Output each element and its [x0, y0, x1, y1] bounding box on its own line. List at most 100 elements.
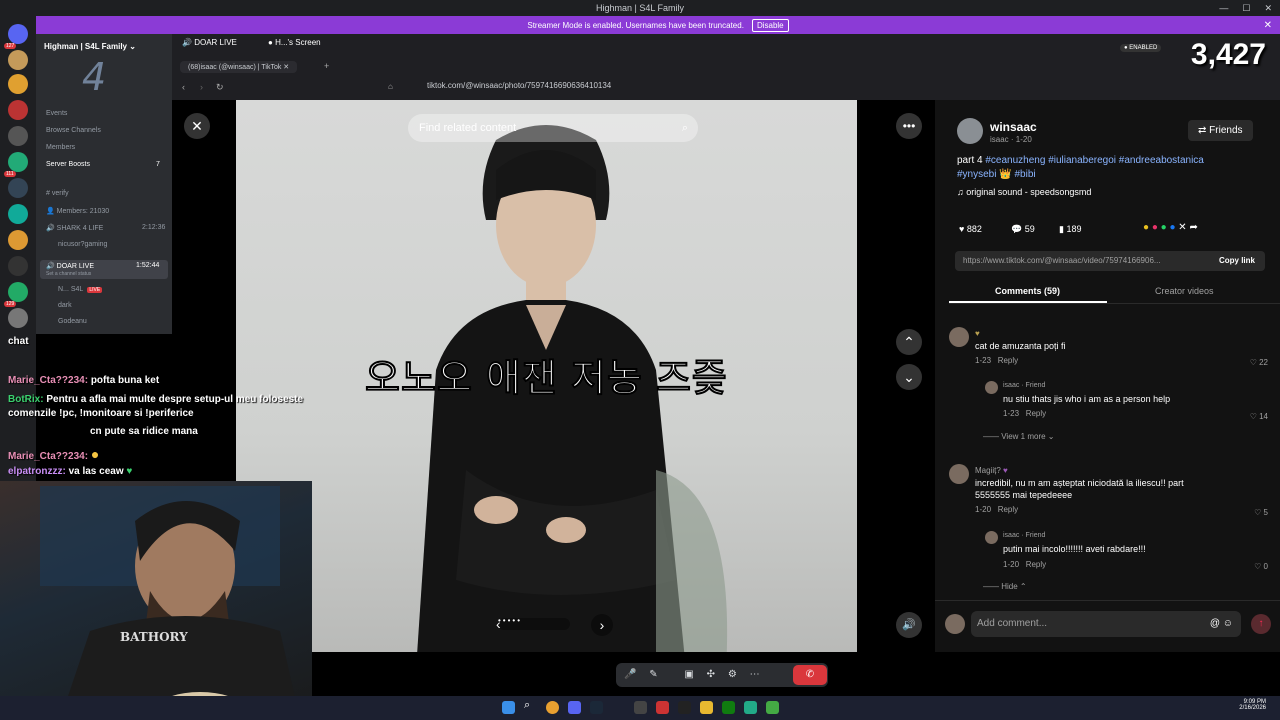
post-username[interactable]: winsaac — [990, 120, 1037, 134]
more-icon[interactable]: ⋯ — [750, 669, 760, 680]
next-video-button[interactable]: ⌄ — [896, 364, 922, 390]
sidebar-item-events[interactable]: Events — [46, 110, 67, 117]
end-call-button[interactable]: ✆ — [793, 665, 827, 685]
close-icon[interactable]: ✕ — [1264, 20, 1272, 31]
slide-dots[interactable]: ••••• — [498, 616, 522, 625]
avatar[interactable] — [985, 531, 998, 544]
comment-like[interactable]: ♡ 14 — [1250, 412, 1268, 421]
camera-icon[interactable]: ✎ — [649, 669, 657, 680]
reload-icon[interactable]: ↻ — [216, 82, 224, 93]
tab-comments[interactable]: Comments (59) — [995, 286, 1060, 296]
post-comment-button[interactable]: ↑ — [1251, 614, 1271, 634]
voice-user[interactable]: N... S4L LIVE — [58, 286, 103, 293]
post-link-field[interactable]: https://www.tiktok.com/@winsaac/video/75… — [955, 251, 1265, 271]
server-icon[interactable] — [8, 230, 28, 250]
server-icon[interactable] — [8, 74, 28, 94]
close-icon[interactable]: ✕ — [1264, 0, 1272, 16]
maximize-icon[interactable]: ☐ — [1242, 0, 1250, 16]
folder-icon[interactable] — [700, 701, 713, 714]
xbox-icon[interactable] — [722, 701, 735, 714]
server-icon[interactable]: 111 — [4, 152, 28, 177]
sidebar-item-members[interactable]: Members — [46, 144, 75, 151]
search-related-input[interactable]: Find related content ⌕ — [408, 114, 698, 142]
reply-author[interactable]: isaac · Friend — [1003, 382, 1045, 389]
back-icon[interactable]: ‹ — [182, 82, 185, 92]
mic-icon[interactable]: 🎤 — [624, 669, 636, 680]
comment-button[interactable]: 💬 59 — [1011, 224, 1035, 235]
channel-shark4life[interactable]: 🔊 SHARK 4 LIFE 2:12:36 — [46, 224, 165, 232]
friends-button[interactable]: ⇄ Friends — [1188, 120, 1253, 141]
slide-prev-button[interactable]: ‹ — [496, 616, 501, 632]
tab-creator-videos[interactable]: Creator videos — [1155, 286, 1214, 296]
new-tab-button[interactable]: + — [324, 61, 329, 71]
server-icon[interactable] — [8, 308, 28, 328]
server-icon[interactable]: 127 — [4, 24, 28, 49]
clock[interactable]: 9:09 PM 2/16/2026 — [1239, 699, 1266, 711]
hide-replies-button[interactable]: —— Hide ⌃ — [983, 582, 1027, 591]
volume-icon[interactable]: 🔊 — [896, 612, 922, 638]
add-comment-input[interactable]: Add comment... @ ☺ — [971, 611, 1241, 637]
steam-icon[interactable] — [590, 701, 603, 714]
avatar[interactable] — [949, 327, 969, 347]
reply-button[interactable]: Reply — [1026, 560, 1046, 569]
forward-icon[interactable]: › — [200, 82, 203, 92]
reply-button[interactable]: Reply — [998, 356, 1018, 365]
sidebar-item-browse[interactable]: Browse Channels — [46, 127, 101, 134]
copy-link-button[interactable]: Copy link — [1219, 251, 1255, 271]
post-hashtags: #ynysebi 👑 #bibi — [957, 169, 1036, 180]
comment-like[interactable]: ♡ 5 — [1254, 508, 1268, 517]
minimize-icon[interactable]: — — [1219, 0, 1228, 16]
tab-doar-live[interactable]: 🔊 DOAR LIVE — [182, 38, 237, 47]
bookmark-icon[interactable]: ⌂ — [388, 82, 393, 91]
search-icon[interactable]: ⌕ — [682, 114, 688, 142]
chrome-icon[interactable] — [546, 701, 559, 714]
app-icon[interactable] — [744, 701, 757, 714]
channel-verify[interactable]: # verify — [46, 190, 69, 197]
server-icon[interactable] — [8, 50, 28, 70]
close-viewer-button[interactable]: ✕ — [184, 113, 210, 139]
reply-author[interactable]: isaac · Friend — [1003, 532, 1045, 539]
screen-icon[interactable]: ▣ — [684, 669, 693, 680]
comment-like[interactable]: ♡ 22 — [1250, 358, 1268, 367]
reply-button[interactable]: Reply — [1026, 409, 1046, 418]
avatar[interactable] — [985, 381, 998, 394]
channel-doar-live[interactable]: 🔊 DOAR LIVE 1:52:44 Set a channel status — [40, 260, 168, 279]
start-icon[interactable] — [502, 701, 515, 714]
comment-like[interactable]: ♡ 0 — [1254, 562, 1268, 571]
discord-icon[interactable] — [568, 701, 581, 714]
view-more-button[interactable]: —— View 1 more ⌄ — [983, 432, 1055, 441]
search-icon[interactable]: ⌕ — [524, 699, 537, 712]
post-sound[interactable]: ♫ original sound - speedsongsmd — [957, 187, 1091, 197]
address-bar[interactable]: tiktok.com/@winsaac/photo/75974166906364… — [427, 81, 1127, 95]
voice-user[interactable]: Godeanu — [58, 318, 87, 325]
activity-icon[interactable]: ✣ — [707, 669, 715, 680]
reply-button[interactable]: Reply — [998, 505, 1018, 514]
more-options-icon[interactable]: ••• — [896, 113, 922, 139]
terminal-icon[interactable] — [678, 701, 691, 714]
previous-video-button[interactable]: ⌃ — [896, 329, 922, 355]
server-icon[interactable] — [8, 256, 28, 276]
share-icons[interactable]: ● ● ● ● ✕ ➦ — [1143, 222, 1198, 233]
server-icon[interactable] — [8, 126, 28, 146]
server-icon[interactable] — [8, 204, 28, 224]
comment-author[interactable]: Magiiț? ♥ — [975, 466, 1008, 475]
slide-next-button[interactable]: › — [591, 614, 613, 636]
settings-icon[interactable]: ⚙ — [728, 669, 737, 680]
browser-tab-tiktok[interactable]: (68)isaac (@winsaac) | TikTok ✕ — [180, 61, 298, 73]
mention-emoji-icons[interactable]: @ ☺ — [1210, 611, 1233, 637]
sidebar-item-boosts[interactable]: Server Boosts 7 — [46, 161, 160, 168]
server-icon[interactable] — [8, 178, 28, 198]
app-icon[interactable] — [634, 701, 647, 714]
voice-user[interactable]: nicusor?gaming — [58, 241, 107, 248]
avatar[interactable] — [949, 464, 969, 484]
app-icon[interactable] — [766, 701, 779, 714]
save-button[interactable]: ▮ 189 — [1059, 224, 1081, 235]
avatar[interactable] — [957, 118, 983, 144]
tab-screen[interactable]: ● H...'s Screen — [268, 38, 321, 47]
disable-button[interactable]: Disable — [751, 18, 789, 32]
app-icon[interactable] — [656, 701, 669, 714]
server-icon[interactable]: 129 — [4, 282, 28, 307]
voice-user[interactable]: dark — [58, 302, 72, 309]
like-button[interactable]: ♥ 882 — [959, 224, 982, 234]
server-icon[interactable] — [8, 100, 28, 120]
